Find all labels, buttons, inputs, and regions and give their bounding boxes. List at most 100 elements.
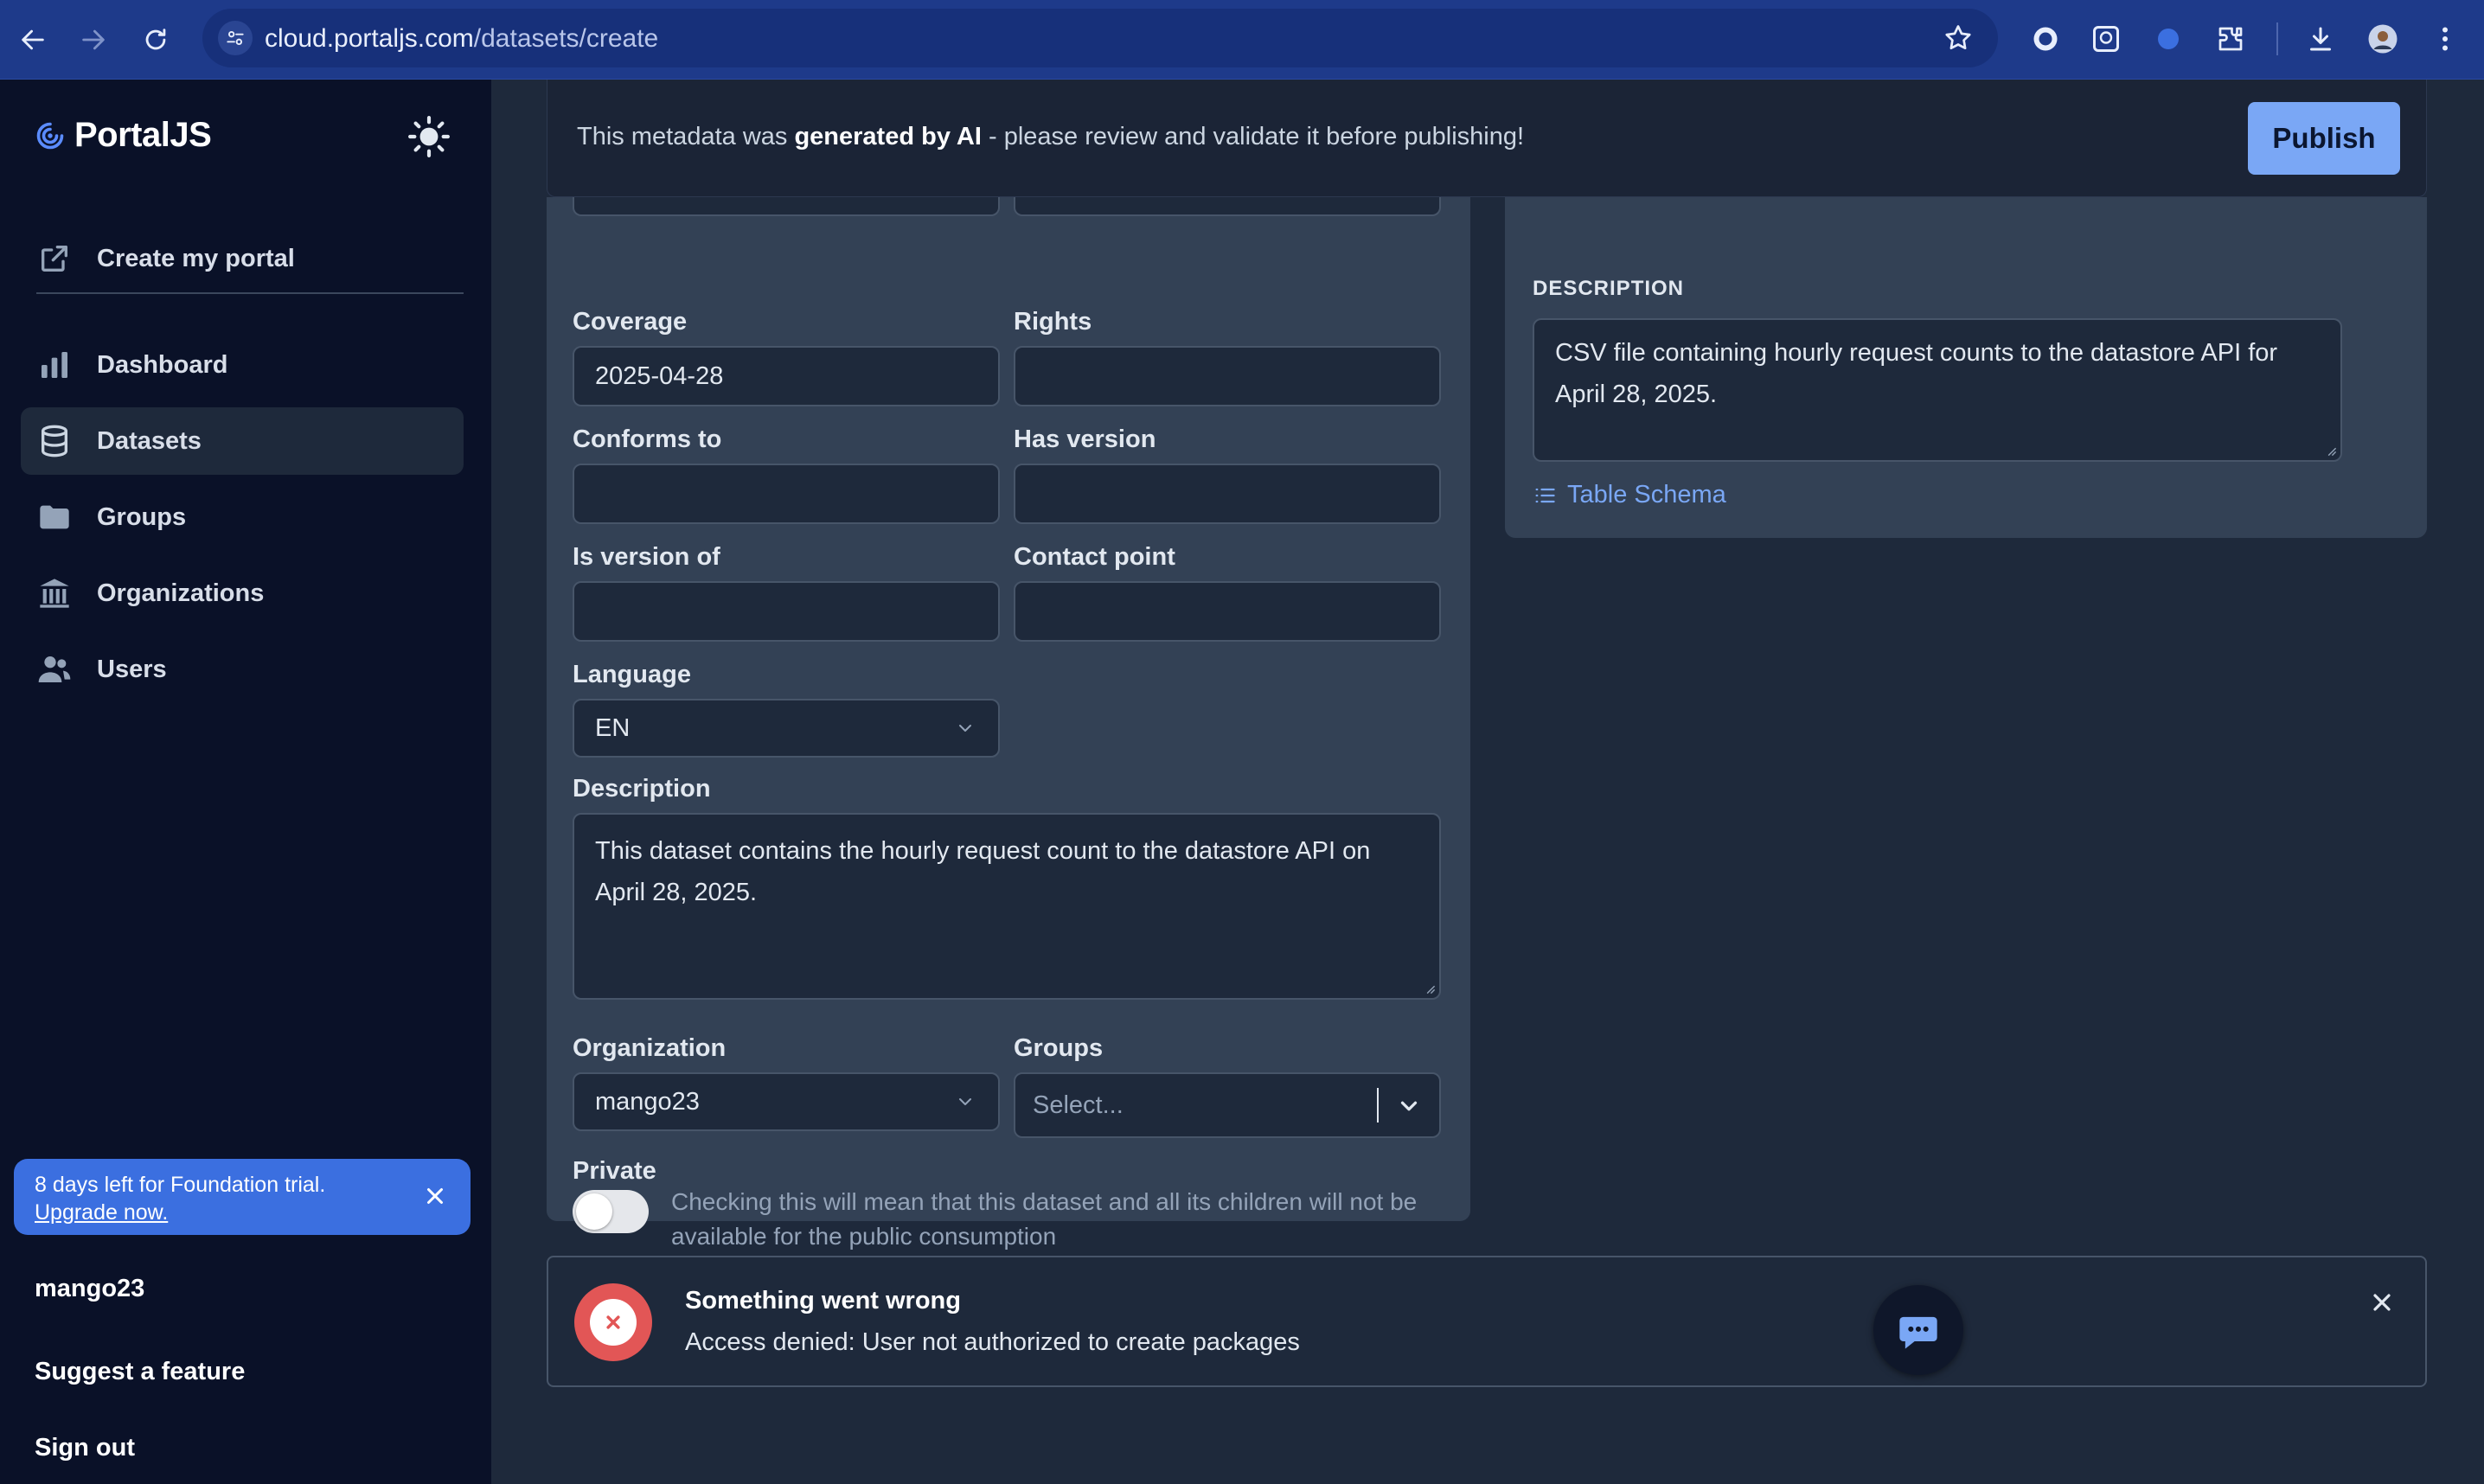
chevron-down-icon (959, 725, 971, 732)
coverage-label: Coverage (573, 308, 688, 336)
bar-chart-icon (36, 347, 73, 383)
bookmark-star-icon[interactable] (1943, 22, 1974, 54)
groups-label: Groups (1014, 1034, 1104, 1062)
language-select[interactable]: EN (573, 699, 1000, 758)
resource-description-title: DESCRIPTION (1533, 277, 1685, 300)
chevron-down-icon[interactable] (1396, 1093, 1422, 1119)
brand-name: PortalJS (74, 116, 212, 154)
sidebar-item-label: Datasets (97, 426, 202, 455)
database-icon (36, 423, 73, 459)
users-icon (36, 651, 73, 688)
is-version-of-label: Is version of (573, 543, 720, 571)
resource-description-textarea[interactable]: CSV file containing hourly request count… (1533, 318, 2342, 462)
private-label: Private (573, 1157, 656, 1185)
back-icon[interactable] (12, 19, 54, 61)
create-portal-link[interactable]: Create my portal (21, 225, 464, 292)
brand-logo[interactable]: PortalJS (35, 116, 212, 155)
toggle-knob (576, 1193, 612, 1230)
chat-support-button[interactable] (1873, 1285, 1963, 1375)
folder-icon (36, 499, 73, 535)
table-schema-link[interactable]: Table Schema (1533, 481, 1726, 509)
current-organization[interactable]: mango23 (35, 1275, 144, 1303)
error-alert: Something went wrong Access denied: User… (547, 1256, 2427, 1387)
sidebar: PortalJS Create my portal Dashboard Data… (0, 80, 491, 1484)
conforms-to-input[interactable] (573, 464, 1000, 524)
select-divider (1377, 1088, 1379, 1123)
conforms-to-label: Conforms to (573, 425, 722, 453)
upgrade-link[interactable]: Upgrade now. (35, 1199, 450, 1226)
building-icon (36, 575, 73, 611)
groups-multiselect[interactable]: Select... (1014, 1072, 1441, 1138)
private-help-text: Checking this will mean that this datase… (671, 1188, 1418, 1250)
contact-point-label: Contact point (1014, 543, 1175, 571)
extension-1-icon[interactable] (2026, 19, 2065, 59)
has-version-label: Has version (1014, 425, 1156, 453)
description-label: Description (573, 775, 711, 803)
language-label: Language (573, 661, 691, 688)
dataset-form: Coverage Rights 2025-04-28 Conforms to H… (547, 194, 1470, 1250)
toolbar-divider (2276, 22, 2278, 55)
sidebar-divider (36, 292, 464, 294)
organization-label: Organization (573, 1034, 727, 1062)
publish-button[interactable]: Publish (2248, 102, 2400, 175)
language-value: EN (595, 713, 631, 742)
error-title: Something went wrong (685, 1287, 961, 1314)
url-text: cloud.portaljs.com/datasets/create (265, 24, 659, 53)
contact-point-input[interactable] (1014, 581, 1441, 642)
trial-text: 8 days left for Foundation trial. (35, 1173, 326, 1197)
list-icon (1535, 488, 1555, 502)
description-value: This dataset contains the hourly request… (595, 837, 1371, 906)
sidebar-item-organizations[interactable]: Organizations (21, 560, 464, 627)
close-icon[interactable] (422, 1183, 448, 1209)
sidebar-item-datasets[interactable]: Datasets (21, 407, 464, 475)
close-icon[interactable] (2368, 1289, 2396, 1316)
sidebar-item-dashboard[interactable]: Dashboard (21, 331, 464, 399)
error-message: Access denied: User not authorized to cr… (685, 1328, 1300, 1356)
sidebar-item-groups[interactable]: Groups (21, 483, 464, 551)
extension-2-icon[interactable] (2086, 19, 2126, 59)
sign-out-link[interactable]: Sign out (35, 1434, 135, 1462)
forward-icon[interactable] (73, 19, 114, 61)
download-icon[interactable] (2301, 19, 2340, 59)
description-textarea[interactable]: This dataset contains the hourly request… (573, 813, 1441, 1000)
table-schema-label: Table Schema (1567, 481, 1726, 509)
resize-handle-icon[interactable] (1424, 982, 1436, 995)
trial-banner: 8 days left for Foundation trial. Upgrad… (14, 1159, 471, 1235)
organization-value: mango23 (595, 1087, 700, 1116)
address-bar[interactable]: cloud.portaljs.com/datasets/create (202, 9, 1998, 67)
reload-icon[interactable] (135, 19, 176, 61)
is-version-of-input[interactable] (573, 581, 1000, 642)
sidebar-item-label: Groups (97, 502, 187, 531)
resize-handle-icon[interactable] (2325, 445, 2337, 457)
extensions-puzzle-icon[interactable] (2211, 19, 2250, 59)
portaljs-logo-icon (36, 122, 64, 149)
groups-placeholder: Select... (1033, 1091, 1124, 1119)
extension-3-icon[interactable] (2148, 19, 2188, 59)
sidebar-item-label: Organizations (97, 579, 265, 607)
private-toggle[interactable] (573, 1190, 649, 1233)
resource-description-value: CSV file containing hourly request count… (1555, 339, 2278, 408)
site-settings-icon[interactable] (218, 21, 253, 55)
theme-toggle-sun-icon[interactable] (405, 112, 453, 161)
ai-banner-text: This metadata was generated by AI - plea… (577, 123, 1525, 150)
create-portal-label: Create my portal (97, 244, 295, 272)
rights-label: Rights (1014, 308, 1092, 336)
error-icon (574, 1283, 652, 1361)
browser-toolbar: cloud.portaljs.com/datasets/create (0, 0, 2484, 80)
profile-avatar-icon[interactable] (2363, 19, 2403, 59)
resource-card: DESCRIPTION CSV file containing hourly r… (1505, 197, 2427, 538)
ai-generated-banner: This metadata was generated by AI - plea… (547, 80, 2427, 197)
organization-select[interactable]: mango23 (573, 1072, 1000, 1131)
browser-menu-icon[interactable] (2425, 19, 2465, 59)
main-content: Coverage Rights 2025-04-28 Conforms to H… (491, 80, 2484, 1484)
sidebar-item-users[interactable]: Users (21, 636, 464, 703)
chat-bubble-icon (1899, 1316, 1937, 1349)
sidebar-item-label: Users (97, 655, 167, 683)
external-link-icon (36, 240, 73, 277)
chevron-down-icon (959, 1098, 971, 1105)
rights-input[interactable] (1014, 346, 1441, 406)
sidebar-item-label: Dashboard (97, 350, 228, 379)
suggest-feature-link[interactable]: Suggest a feature (35, 1358, 245, 1386)
coverage-input[interactable]: 2025-04-28 (573, 346, 1000, 406)
has-version-input[interactable] (1014, 464, 1441, 524)
